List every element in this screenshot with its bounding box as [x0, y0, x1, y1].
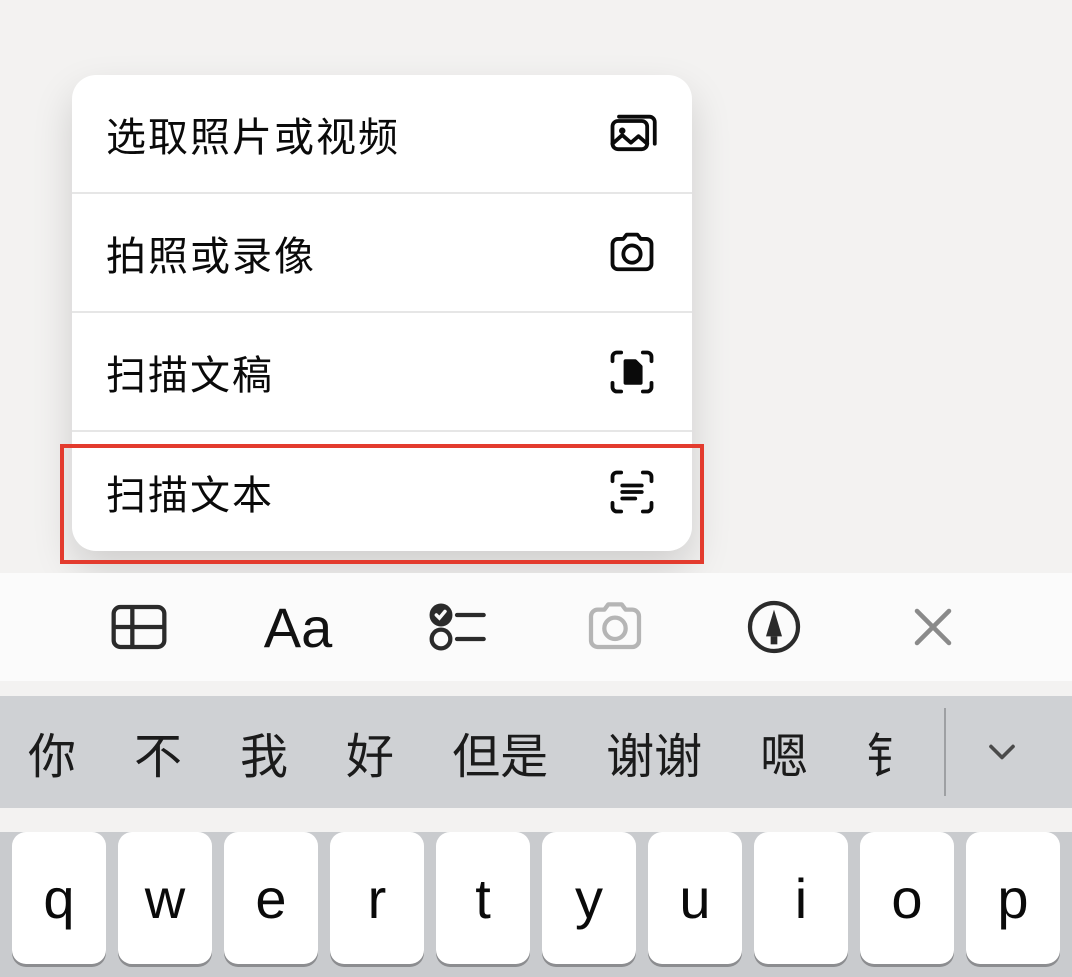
menu-item-scan-document[interactable]: 扫描文稿 [72, 313, 692, 432]
text-scan-icon [606, 466, 658, 518]
key-e[interactable]: e [224, 832, 318, 964]
ime-candidate-bar: 你 不 我 好 但是 谢谢 嗯 钅 [0, 696, 1072, 808]
close-button[interactable] [888, 582, 978, 672]
doc-scan-icon [606, 346, 658, 398]
ime-candidate[interactable]: 我 [240, 717, 288, 787]
key-p[interactable]: p [966, 832, 1060, 964]
ime-candidate[interactable]: 不 [134, 717, 182, 787]
key-w[interactable]: w [118, 832, 212, 964]
menu-item-label: 拍照或录像 [106, 224, 316, 282]
photo-stack-icon [606, 108, 658, 160]
ime-candidate[interactable]: 钅 [866, 717, 914, 787]
text-format-label: Aa [264, 595, 333, 660]
ime-candidate[interactable]: 好 [346, 717, 394, 787]
key-r[interactable]: r [330, 832, 424, 964]
key-q[interactable]: q [12, 832, 106, 964]
menu-item-label: 选取照片或视频 [106, 105, 400, 163]
table-button[interactable] [94, 582, 184, 672]
menu-item-scan-text[interactable]: 扫描文本 [72, 432, 692, 551]
key-t[interactable]: t [436, 832, 530, 964]
key-i[interactable]: i [754, 832, 848, 964]
notes-toolbar: Aa [0, 573, 1072, 681]
ime-candidate[interactable]: 嗯 [760, 717, 808, 787]
key-y[interactable]: y [542, 832, 636, 964]
ime-candidate[interactable]: 但是 [452, 717, 548, 787]
checklist-button[interactable] [412, 582, 502, 672]
ime-candidate[interactable]: 你 [28, 717, 76, 787]
menu-item-label: 扫描文本 [106, 463, 274, 521]
attach-context-menu: 选取照片或视频 拍照或录像 扫描文稿 [72, 75, 692, 551]
key-u[interactable]: u [648, 832, 742, 964]
keyboard-row-1: q w e r t y u i o p [0, 832, 1072, 977]
markup-button[interactable] [729, 582, 819, 672]
ime-expand-button[interactable] [952, 696, 1052, 808]
menu-item-choose-photo[interactable]: 选取照片或视频 [72, 75, 692, 194]
text-format-button[interactable]: Aa [253, 582, 343, 672]
camera-button[interactable] [570, 582, 660, 672]
camera-icon [606, 227, 658, 279]
menu-inner: 选取照片或视频 拍照或录像 扫描文稿 [72, 75, 692, 551]
key-o[interactable]: o [860, 832, 954, 964]
menu-item-label: 扫描文稿 [106, 343, 274, 401]
ime-candidate[interactable]: 谢谢 [606, 717, 702, 787]
menu-item-take-photo[interactable]: 拍照或录像 [72, 194, 692, 313]
